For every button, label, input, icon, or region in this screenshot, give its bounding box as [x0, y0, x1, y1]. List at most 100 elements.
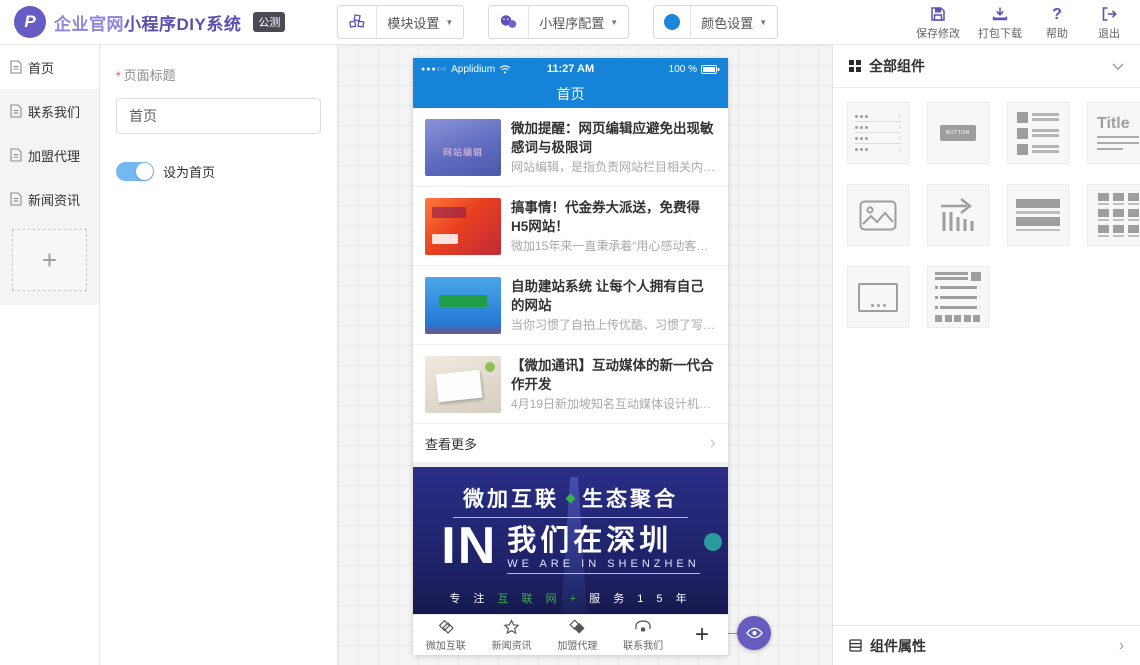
color-swatch-icon [654, 6, 691, 38]
chevron-down-icon [1112, 63, 1124, 70]
phone-tab-bar: 微加互联 新闻资讯 加盟代理 [413, 614, 728, 655]
miniprogram-config-dropdown[interactable]: 小程序配置 ▼ [488, 5, 629, 39]
banner-en: WE ARE IN SHENZHEN [507, 558, 699, 574]
color-settings-dropdown[interactable]: 颜色设置 ▼ [653, 5, 778, 39]
component-card-list[interactable]: › › › › [847, 102, 909, 164]
sidebar-item-news[interactable]: 新闻资讯 [0, 177, 99, 221]
sidebar-item-agent[interactable]: 加盟代理 [0, 133, 99, 177]
exit-icon [1101, 6, 1117, 23]
toolbar-dropdowns: 模块设置 ▼ 小程序配置 ▼ 颜色设置 ▼ [337, 5, 778, 39]
exit-label: 退出 [1098, 25, 1120, 41]
component-properties-bar[interactable]: 组件属性 › [833, 625, 1140, 665]
wifi-icon [499, 65, 511, 74]
battery-label: 100 % [669, 64, 697, 75]
page-icon [10, 60, 22, 74]
tab-contact[interactable]: 联系我们 [610, 615, 676, 655]
cubes-icon [338, 6, 377, 38]
caret-down-icon: ▼ [759, 18, 767, 27]
component-card-grid[interactable] [1087, 184, 1140, 246]
sidebar-item-home[interactable]: 首页 [0, 45, 99, 89]
set-home-toggle[interactable] [116, 162, 154, 181]
news-desc: 当你习惯了自拍上传优酷、习惯了写点小… [511, 316, 716, 333]
news-title: 搞事情！代金券大派送，免费得H5网站！ [511, 198, 716, 235]
save-label: 保存修改 [916, 25, 960, 41]
component-card-image-list[interactable] [1007, 102, 1069, 164]
set-home-label: 设为首页 [163, 162, 215, 181]
required-mark: * [116, 69, 121, 83]
grid-icon [849, 60, 861, 72]
module-settings-dropdown[interactable]: 模块设置 ▼ [337, 5, 464, 39]
save-button[interactable]: 保存修改 [916, 6, 960, 41]
news-item[interactable]: 自助建站系统 让每个人拥有自己的网站 当你习惯了自拍上传优酷、习惯了写点小… [413, 266, 728, 345]
chevron-right-icon: › [1119, 637, 1124, 654]
connector-line [728, 633, 737, 634]
tab-label: 微加互联 [426, 637, 466, 652]
clock-label: 11:27 AM [547, 63, 594, 75]
app-logo-icon: P [14, 6, 46, 38]
page-title-label: *页面标题 [116, 65, 321, 84]
pages-sidebar: 首页 联系我们 加盟代理 新闻资讯 [0, 45, 100, 665]
add-page-button[interactable]: + [12, 229, 87, 291]
tab-label: 新闻资讯 [492, 637, 532, 652]
component-card-rows[interactable] [1007, 184, 1069, 246]
sidebar-item-label: 联系我们 [28, 102, 80, 121]
top-toolbar: P 企业官网小程序DIY系统 公测 模块设置 ▼ [0, 0, 1140, 45]
chevron-right-icon: › [709, 433, 716, 453]
beta-badge: 公测 [253, 12, 285, 32]
component-card-rich-list[interactable]: › › › [927, 266, 989, 328]
page-title-input[interactable] [116, 98, 321, 134]
component-card-title[interactable]: Title [1087, 102, 1140, 164]
tab-agent[interactable]: 加盟代理 [545, 615, 611, 655]
module-settings-label: 模块设置 ▼ [377, 13, 463, 32]
banner-slogan: 专 注 互 联 网 + 服 务 1 5 年 [413, 590, 728, 606]
component-card-carousel[interactable] [847, 266, 909, 328]
help-button[interactable]: ? 帮助 [1040, 6, 1074, 41]
components-grid: › › › › BUTTON Title [833, 88, 1140, 342]
sidebar-item-label: 加盟代理 [28, 146, 80, 165]
carrier-label: Applidium [451, 64, 495, 75]
tab-label: 加盟代理 [557, 637, 597, 652]
news-thumbnail [425, 198, 501, 255]
preview-eye-button[interactable] [737, 616, 771, 650]
download-icon [992, 6, 1008, 23]
news-item[interactable]: 搞事情！代金券大派送，免费得H5网站！ 微加15年来一直秉承着“用心感动客户！”… [413, 187, 728, 266]
set-home-row: 设为首页 [116, 162, 321, 181]
phone-nav-title: 首页 [557, 84, 585, 104]
news-title: 【微加通讯】互动媒体的新一代合作开发 [511, 356, 716, 393]
sidebar-item-contact[interactable]: 联系我们 [0, 89, 99, 133]
news-item[interactable]: 网站编辑 微加提醒：网页编辑应避免出现敏感词与极限词 网站编辑，是指负责网站栏目… [413, 108, 728, 187]
phone-nav-bar: 首页 [413, 80, 728, 108]
exit-button[interactable]: 退出 [1092, 6, 1126, 41]
banner-dot-decor [704, 533, 722, 551]
banner-image-component[interactable]: 微加互联 生态聚合 IN 我们在深圳 WE ARE IN SHENZHEN 专 … [413, 467, 728, 614]
app-title: 企业官网小程序DIY系统 [54, 10, 241, 35]
banner-cn: 我们在深圳 [507, 525, 699, 557]
caret-down-icon: ▼ [445, 18, 453, 27]
tab-news[interactable]: 新闻资讯 [479, 615, 545, 655]
banner-headline: 微加互联 生态聚合 [413, 483, 728, 513]
phone-preview: ●●●○○ Applidium 11:27 AM 100 % 首页 [413, 58, 728, 655]
page-icon [10, 104, 22, 118]
diamonds-icon [437, 618, 455, 636]
download-button[interactable]: 打包下载 [978, 6, 1022, 41]
view-more-row[interactable]: 查看更多 › [413, 424, 728, 462]
caret-down-icon: ▼ [610, 18, 618, 27]
wechat-icon [489, 6, 529, 38]
add-tab-button[interactable]: + [676, 615, 728, 655]
components-header[interactable]: 全部组件 [833, 45, 1140, 88]
tab-home[interactable]: 微加互联 [413, 615, 479, 655]
sparkle-icon [566, 493, 576, 503]
signal-dots-icon: ●●●○○ [421, 66, 447, 73]
component-card-button[interactable]: BUTTON [927, 102, 989, 164]
sidebar-item-label: 首页 [28, 58, 54, 77]
component-card-image[interactable] [847, 184, 909, 246]
news-item[interactable]: 【微加通讯】互动媒体的新一代合作开发 4月19日新加坡知名互动媒体设计机构Pin… [413, 345, 728, 424]
properties-icon [849, 639, 862, 652]
news-title: 自助建站系统 让每个人拥有自己的网站 [511, 277, 716, 314]
component-card-marquee[interactable] [927, 184, 989, 246]
page-icon [10, 192, 22, 206]
news-desc: 微加15年来一直秉承着“用心感动客户！”的… [511, 237, 716, 254]
tab-label: 联系我们 [623, 637, 663, 652]
download-label: 打包下载 [978, 25, 1022, 41]
page-settings-panel: *页面标题 设为首页 [100, 45, 338, 665]
